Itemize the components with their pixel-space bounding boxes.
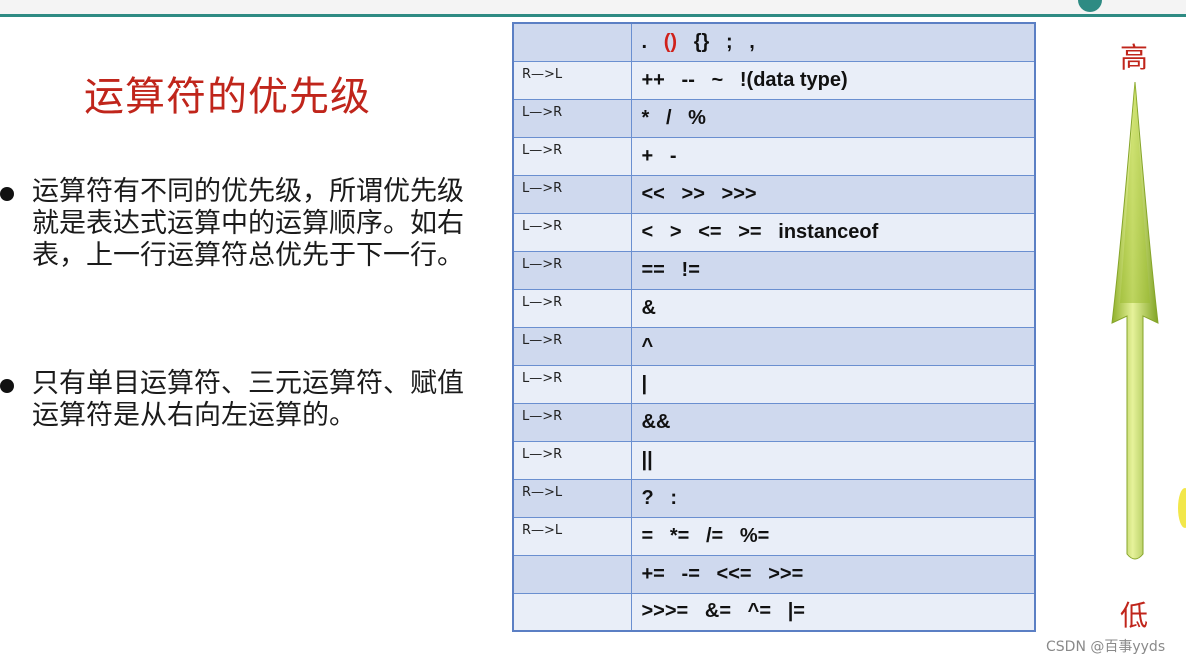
operators-cell: = *= /= %= — [630, 516, 1036, 556]
operators-cell: == != — [630, 250, 1036, 290]
associativity-cell — [512, 554, 632, 594]
table-row: += -= <<= >>= — [512, 554, 1036, 594]
edge-decoration — [1178, 488, 1186, 528]
associativity-cell: L—>R — [512, 364, 632, 404]
associativity-cell: L—>R — [512, 402, 632, 442]
associativity-cell: R—>L — [512, 60, 632, 100]
associativity-cell: L—>R — [512, 136, 632, 176]
slide-heading: 运算符的优先级 — [84, 74, 371, 120]
associativity-cell: R—>L — [512, 478, 632, 518]
operators-highlight: () — [663, 30, 678, 53]
operators-cell: += -= <<= >>= — [630, 554, 1036, 594]
table-row: R—>L ? : — [512, 478, 1036, 518]
operators-cell: < > <= >= instanceof — [630, 212, 1036, 252]
watermark-text: CSDN @百事yyds — [1046, 639, 1166, 655]
associativity-cell: L—>R — [512, 326, 632, 366]
bullet-dot-icon — [0, 187, 14, 201]
associativity-cell: L—>R — [512, 174, 632, 214]
table-row: L—>R * / % — [512, 98, 1036, 138]
table-row: L—>R || — [512, 440, 1036, 480]
table-row: L—>R && — [512, 402, 1036, 442]
associativity-cell — [512, 22, 632, 62]
up-arrow-icon — [1100, 78, 1170, 568]
bullet-dot-icon — [0, 379, 14, 393]
operators-cell: . () {} ; , — [630, 22, 1036, 62]
associativity-cell: L—>R — [512, 250, 632, 290]
table-row: >>>= &= ^= |= — [512, 592, 1036, 632]
bullet-text: 运算符有不同的优先级，所谓优先级就是表达式运算中的运算顺序。如右表，上一行运算符… — [32, 176, 464, 271]
associativity-cell: R—>L — [512, 516, 632, 556]
table-row: L—>R << >> >>> — [512, 174, 1036, 214]
low-priority-label: 低 — [1120, 599, 1149, 632]
table-row: L—>R + - — [512, 136, 1036, 176]
table-row: L—>R | — [512, 364, 1036, 404]
table-row: R—>L = *= /= %= — [512, 516, 1036, 556]
operators-cell: * / % — [630, 98, 1036, 138]
header-circle-icon — [1078, 0, 1102, 12]
associativity-cell: L—>R — [512, 288, 632, 328]
table-row: L—>R < > <= >= instanceof — [512, 212, 1036, 252]
table-row: . () {} ; , — [512, 22, 1036, 62]
operators-cell: ^ — [630, 326, 1036, 366]
associativity-cell — [512, 592, 632, 632]
operators-cell: >>>= &= ^= |= — [630, 592, 1036, 632]
operators-cell: + - — [630, 136, 1036, 176]
operators-text: {} ; , — [677, 30, 755, 53]
table-row: L—>R == != — [512, 250, 1036, 290]
slide-header-strip — [0, 0, 1186, 17]
operators-cell: | — [630, 364, 1036, 404]
table-row: L—>R ^ — [512, 326, 1036, 366]
operators-cell: || — [630, 440, 1036, 480]
operators-text: . — [641, 30, 664, 53]
operators-cell: ++ -- ~ !(data type) — [630, 60, 1036, 100]
operator-precedence-table: . () {} ; , R—>L ++ -- ~ !(data type) L—… — [512, 22, 1036, 632]
high-priority-label: 高 — [1120, 41, 1149, 74]
operators-cell: ? : — [630, 478, 1036, 518]
associativity-cell: L—>R — [512, 98, 632, 138]
table-row: L—>R & — [512, 288, 1036, 328]
bullet-text: 只有单目运算符、三元运算符、赋值运算符是从右向左运算的。 — [32, 368, 464, 431]
operators-cell: << >> >>> — [630, 174, 1036, 214]
operators-cell: & — [630, 288, 1036, 328]
operators-cell: && — [630, 402, 1036, 442]
associativity-cell: L—>R — [512, 212, 632, 252]
associativity-cell: L—>R — [512, 440, 632, 480]
table-row: R—>L ++ -- ~ !(data type) — [512, 60, 1036, 100]
